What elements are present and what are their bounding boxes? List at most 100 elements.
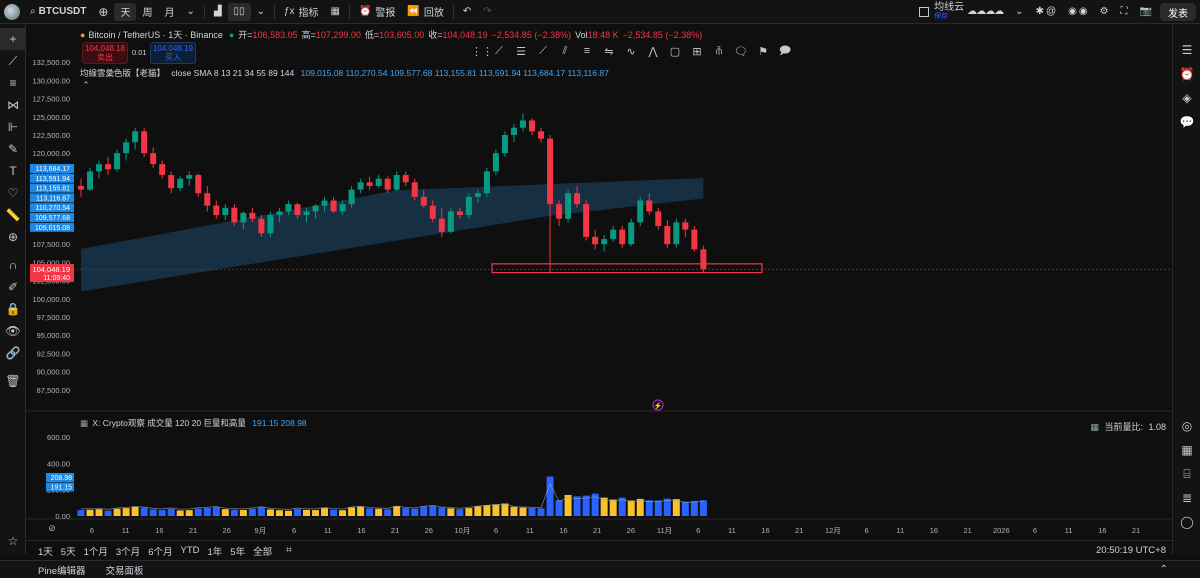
- range-button[interactable]: 1年: [203, 544, 226, 558]
- chart-area[interactable]: 132,500.00 130,000.00 127,500.00 125,000.00…: [26, 24, 1172, 540]
- range-button[interactable]: 5年: [226, 544, 249, 558]
- rectangle-icon[interactable]: ▢: [666, 42, 684, 60]
- drag-handle-icon[interactable]: ⋮⋮: [471, 42, 493, 60]
- brush-icon[interactable]: ✎: [0, 138, 26, 160]
- price-chart-svg[interactable]: 132,500.00 130,000.00 127,500.00 125,000.00…: [26, 24, 1172, 540]
- pattern-icon[interactable]: ⋀: [644, 42, 662, 60]
- forecast-icon[interactable]: ⊩: [0, 116, 26, 138]
- candle-body: [303, 211, 310, 216]
- eye-icon[interactable]: 👁: [0, 320, 26, 342]
- range-button[interactable]: 6个月: [144, 544, 176, 558]
- heart-icon[interactable]: ♡: [0, 182, 26, 204]
- calendar-icon[interactable]: ▦: [1173, 438, 1200, 462]
- range-button[interactable]: 3个月: [112, 544, 144, 558]
- calendar-range-icon[interactable]: ⌗: [286, 545, 292, 556]
- watchlist-icon[interactable]: ☰: [1173, 38, 1200, 62]
- chevron-down-icon[interactable]: ⌄: [251, 0, 271, 24]
- layers-icon[interactable]: ◈: [1173, 86, 1200, 110]
- compare-add-button[interactable]: ⊕: [92, 0, 114, 24]
- grid-icon[interactable]: ⊞: [688, 42, 706, 60]
- volume-bar: [86, 509, 94, 516]
- magnet-icon[interactable]: ∩: [0, 254, 26, 276]
- help-icon[interactable]: ◯: [1173, 510, 1200, 534]
- trendline-icon[interactable]: ⟋: [490, 42, 508, 60]
- volume-bar: [582, 495, 590, 516]
- chevron-down-icon[interactable]: ⌄: [180, 0, 200, 24]
- range-button[interactable]: 1天: [34, 544, 57, 558]
- comment-icon[interactable]: 🗨: [732, 42, 750, 60]
- pine-editor-tab[interactable]: Pine编辑器: [0, 563, 96, 577]
- fullscreen-icon[interactable]: ⛶: [1115, 0, 1134, 24]
- sell-button[interactable]: 104,048.18 卖出: [82, 42, 128, 64]
- target-icon[interactable]: ◎: [1173, 414, 1200, 438]
- candle-body: [366, 182, 373, 186]
- chevron-up-icon[interactable]: ⌃: [1160, 564, 1168, 575]
- candle-body: [267, 215, 274, 234]
- range-button[interactable]: 5天: [57, 544, 80, 558]
- range-button[interactable]: 1个月: [80, 544, 112, 558]
- layout-toggle[interactable]: 均线云 保存 ☁☁☁☁: [913, 0, 1009, 24]
- user-avatar[interactable]: [4, 3, 20, 20]
- volume-bar: [104, 510, 112, 516]
- bar-chart-type-icon[interactable]: ▟: [208, 0, 228, 24]
- clock[interactable]: 20:50:19 UTC+8: [1096, 545, 1166, 556]
- watchlist-toggle[interactable]: ✱ @: [1030, 0, 1063, 24]
- undo-icon[interactable]: ↶: [457, 0, 477, 24]
- star-icon[interactable]: ☆: [0, 530, 26, 552]
- indicator-legend[interactable]: 均線雲彙色版【老貓】 close SMA 8 13 21 34 55 89 14…: [80, 67, 609, 79]
- volume-bar: [411, 508, 419, 516]
- fork-icon[interactable]: ⫚: [710, 42, 728, 60]
- chat-icon[interactable]: 💬: [1173, 110, 1200, 134]
- candle-body: [195, 175, 202, 194]
- candle-chart-type-icon[interactable]: ▯▯: [227, 2, 251, 21]
- alert-button[interactable]: ⏰ 警报: [353, 0, 401, 24]
- fib-icon[interactable]: ≡: [578, 42, 596, 60]
- lock-icon[interactable]: 🔒: [0, 298, 26, 320]
- volume-legend[interactable]: ▦ X: Crypto观察 成交量 120 20 巨量和高量 191.15 20…: [80, 417, 307, 429]
- publish-button[interactable]: 发表: [1160, 3, 1196, 21]
- pine-icon[interactable]: ≣: [1173, 486, 1200, 510]
- zoom-in-icon[interactable]: ⊕: [0, 226, 26, 248]
- candle-body: [321, 200, 328, 206]
- settings-icon[interactable]: ⚙: [1094, 0, 1115, 24]
- replay-button[interactable]: ⏪ 回放: [401, 0, 449, 24]
- candle-body: [583, 204, 590, 237]
- text-icon[interactable]: T: [0, 160, 26, 182]
- status-dots[interactable]: ◉ ◉: [1062, 0, 1093, 24]
- channel-icon[interactable]: ⫽: [556, 42, 574, 60]
- indicators-button[interactable]: ƒx 指标: [278, 0, 325, 24]
- time-tick-label: 21: [963, 526, 971, 535]
- interval-day-button[interactable]: 天: [114, 2, 137, 21]
- range-icon[interactable]: ⇋: [600, 42, 618, 60]
- ray-icon[interactable]: ⟋: [534, 42, 552, 60]
- flag-icon[interactable]: ⚑: [754, 42, 772, 60]
- trendline-icon[interactable]: ⟋: [0, 50, 26, 72]
- zigzag-icon[interactable]: ∿: [622, 42, 640, 60]
- interval-week-button[interactable]: 周: [136, 0, 158, 24]
- volume-bar: [248, 508, 256, 516]
- redo-icon[interactable]: ↷: [477, 0, 497, 24]
- range-button[interactable]: YTD: [176, 545, 203, 556]
- horizontal-lines-icon[interactable]: ☰: [512, 42, 530, 60]
- alarm-clock-icon[interactable]: ⏰: [1173, 62, 1200, 86]
- crosshair-icon[interactable]: +: [0, 28, 26, 50]
- interval-month-button[interactable]: 月: [158, 0, 180, 24]
- pattern-icon[interactable]: ⋈: [0, 94, 26, 116]
- symbol-search-button[interactable]: ⌕ BTCUSDT: [24, 0, 92, 24]
- trading-panel-tab[interactable]: 交易面板: [96, 563, 154, 577]
- pencil-lock-icon[interactable]: ✐: [0, 276, 26, 298]
- ruler-icon[interactable]: 📏: [0, 204, 26, 226]
- volume-bar: [519, 507, 527, 516]
- callout-icon[interactable]: 🗩: [776, 42, 794, 60]
- range-button[interactable]: 全部: [249, 544, 276, 558]
- chevron-down-icon[interactable]: ⌄: [1009, 0, 1029, 24]
- camera-icon[interactable]: 📷: [1134, 0, 1158, 24]
- link-icon[interactable]: 🔗: [0, 342, 26, 364]
- trash-icon[interactable]: 🗑: [0, 370, 26, 392]
- price-tick-label: 95,000.00: [37, 331, 70, 340]
- buy-button[interactable]: 104,048.19 买入: [150, 42, 196, 64]
- time-tick-label: 6: [864, 526, 868, 535]
- templates-icon[interactable]: ▦: [325, 0, 346, 24]
- fib-retracement-icon[interactable]: ≡: [0, 72, 26, 94]
- screener-icon[interactable]: ⌸: [1173, 462, 1200, 486]
